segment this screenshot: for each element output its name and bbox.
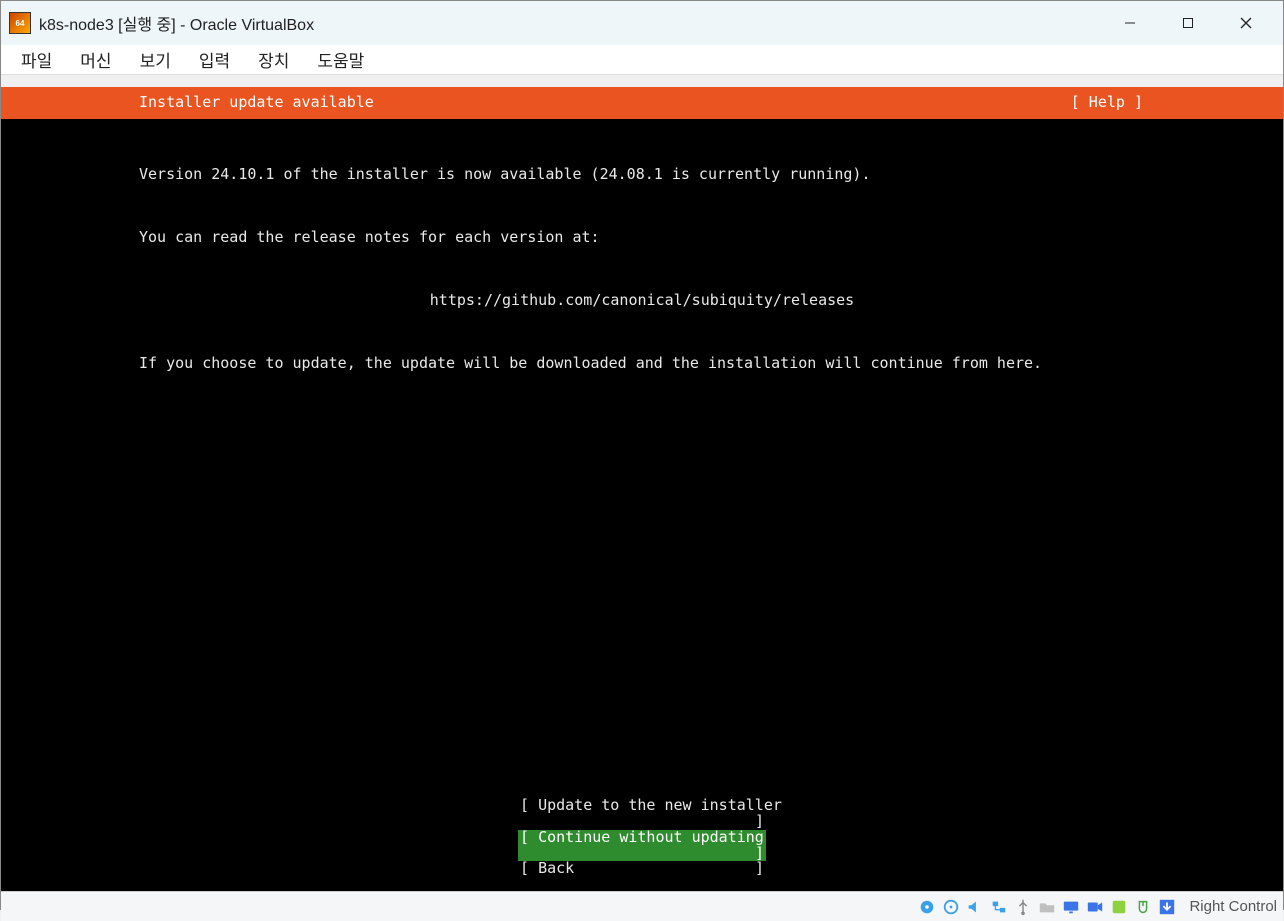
menu-input[interactable]: 입력 <box>185 44 244 75</box>
release-notes-link: https://github.com/canonical/subiquity/r… <box>139 293 1145 309</box>
optical-disk-icon[interactable] <box>941 897 961 917</box>
mouse-integration-icon[interactable] <box>1133 897 1153 917</box>
shared-folder-icon[interactable] <box>1037 897 1057 917</box>
installer-actions: [ Update to the new installer ] [ Contin… <box>1 798 1283 877</box>
keyboard-captured-icon[interactable] <box>1157 897 1177 917</box>
harddisk-icon[interactable] <box>917 897 937 917</box>
installer-line-choice: If you choose to update, the update will… <box>139 356 1145 372</box>
menu-view[interactable]: 보기 <box>126 44 185 75</box>
vm-statusbar: Right Control <box>1 891 1283 921</box>
display-icon[interactable] <box>1061 897 1081 917</box>
installer-header-title: Installer update available <box>139 95 374 111</box>
menubar: 파일 머신 보기 입력 장치 도움말 <box>1 45 1283 75</box>
window-titlebar: 64 k8s-node3 [실행 중] - Oracle VirtualBox <box>1 1 1283 45</box>
installer-header-bar: Installer update available [ Help ] <box>1 87 1283 119</box>
menu-devices[interactable]: 장치 <box>244 44 303 75</box>
host-key-label: Right Control <box>1189 898 1277 915</box>
audio-icon[interactable] <box>965 897 985 917</box>
window-title: k8s-node3 [실행 중] - Oracle VirtualBox <box>39 11 314 35</box>
vm-display[interactable]: Installer update available [ Help ] Vers… <box>1 87 1283 891</box>
action-back[interactable]: [ Back ] <box>518 861 766 877</box>
guest-additions-icon[interactable] <box>1109 897 1129 917</box>
close-button[interactable] <box>1217 6 1275 40</box>
usb-icon[interactable] <box>1013 897 1033 917</box>
action-back-label: Back <box>538 859 574 877</box>
network-icon[interactable] <box>989 897 1009 917</box>
virtualbox-app-icon: 64 <box>9 12 31 34</box>
action-update[interactable]: [ Update to the new installer ] <box>518 798 766 830</box>
action-continue-label: Continue without updating <box>538 828 764 846</box>
installer-line-notes: You can read the release notes for each … <box>139 230 1145 246</box>
action-update-label: Update to the new installer <box>538 796 782 814</box>
action-continue[interactable]: [ Continue without updating ] <box>518 830 766 862</box>
statusbar-indicators <box>917 897 1177 917</box>
menu-help[interactable]: 도움말 <box>303 44 378 75</box>
minimize-button[interactable] <box>1101 6 1159 40</box>
installer-line-version: Version 24.10.1 of the installer is now … <box>139 167 1145 183</box>
menu-machine[interactable]: 머신 <box>66 44 125 75</box>
titlebar-left: 64 k8s-node3 [실행 중] - Oracle VirtualBox <box>9 11 314 35</box>
help-button[interactable]: [ Help ] <box>1071 95 1143 111</box>
app-icon-label: 64 <box>16 19 25 28</box>
menu-file[interactable]: 파일 <box>7 44 66 75</box>
installer-body: Version 24.10.1 of the installer is now … <box>1 119 1283 420</box>
window-controls <box>1101 6 1275 40</box>
maximize-button[interactable] <box>1159 6 1217 40</box>
recording-icon[interactable] <box>1085 897 1105 917</box>
